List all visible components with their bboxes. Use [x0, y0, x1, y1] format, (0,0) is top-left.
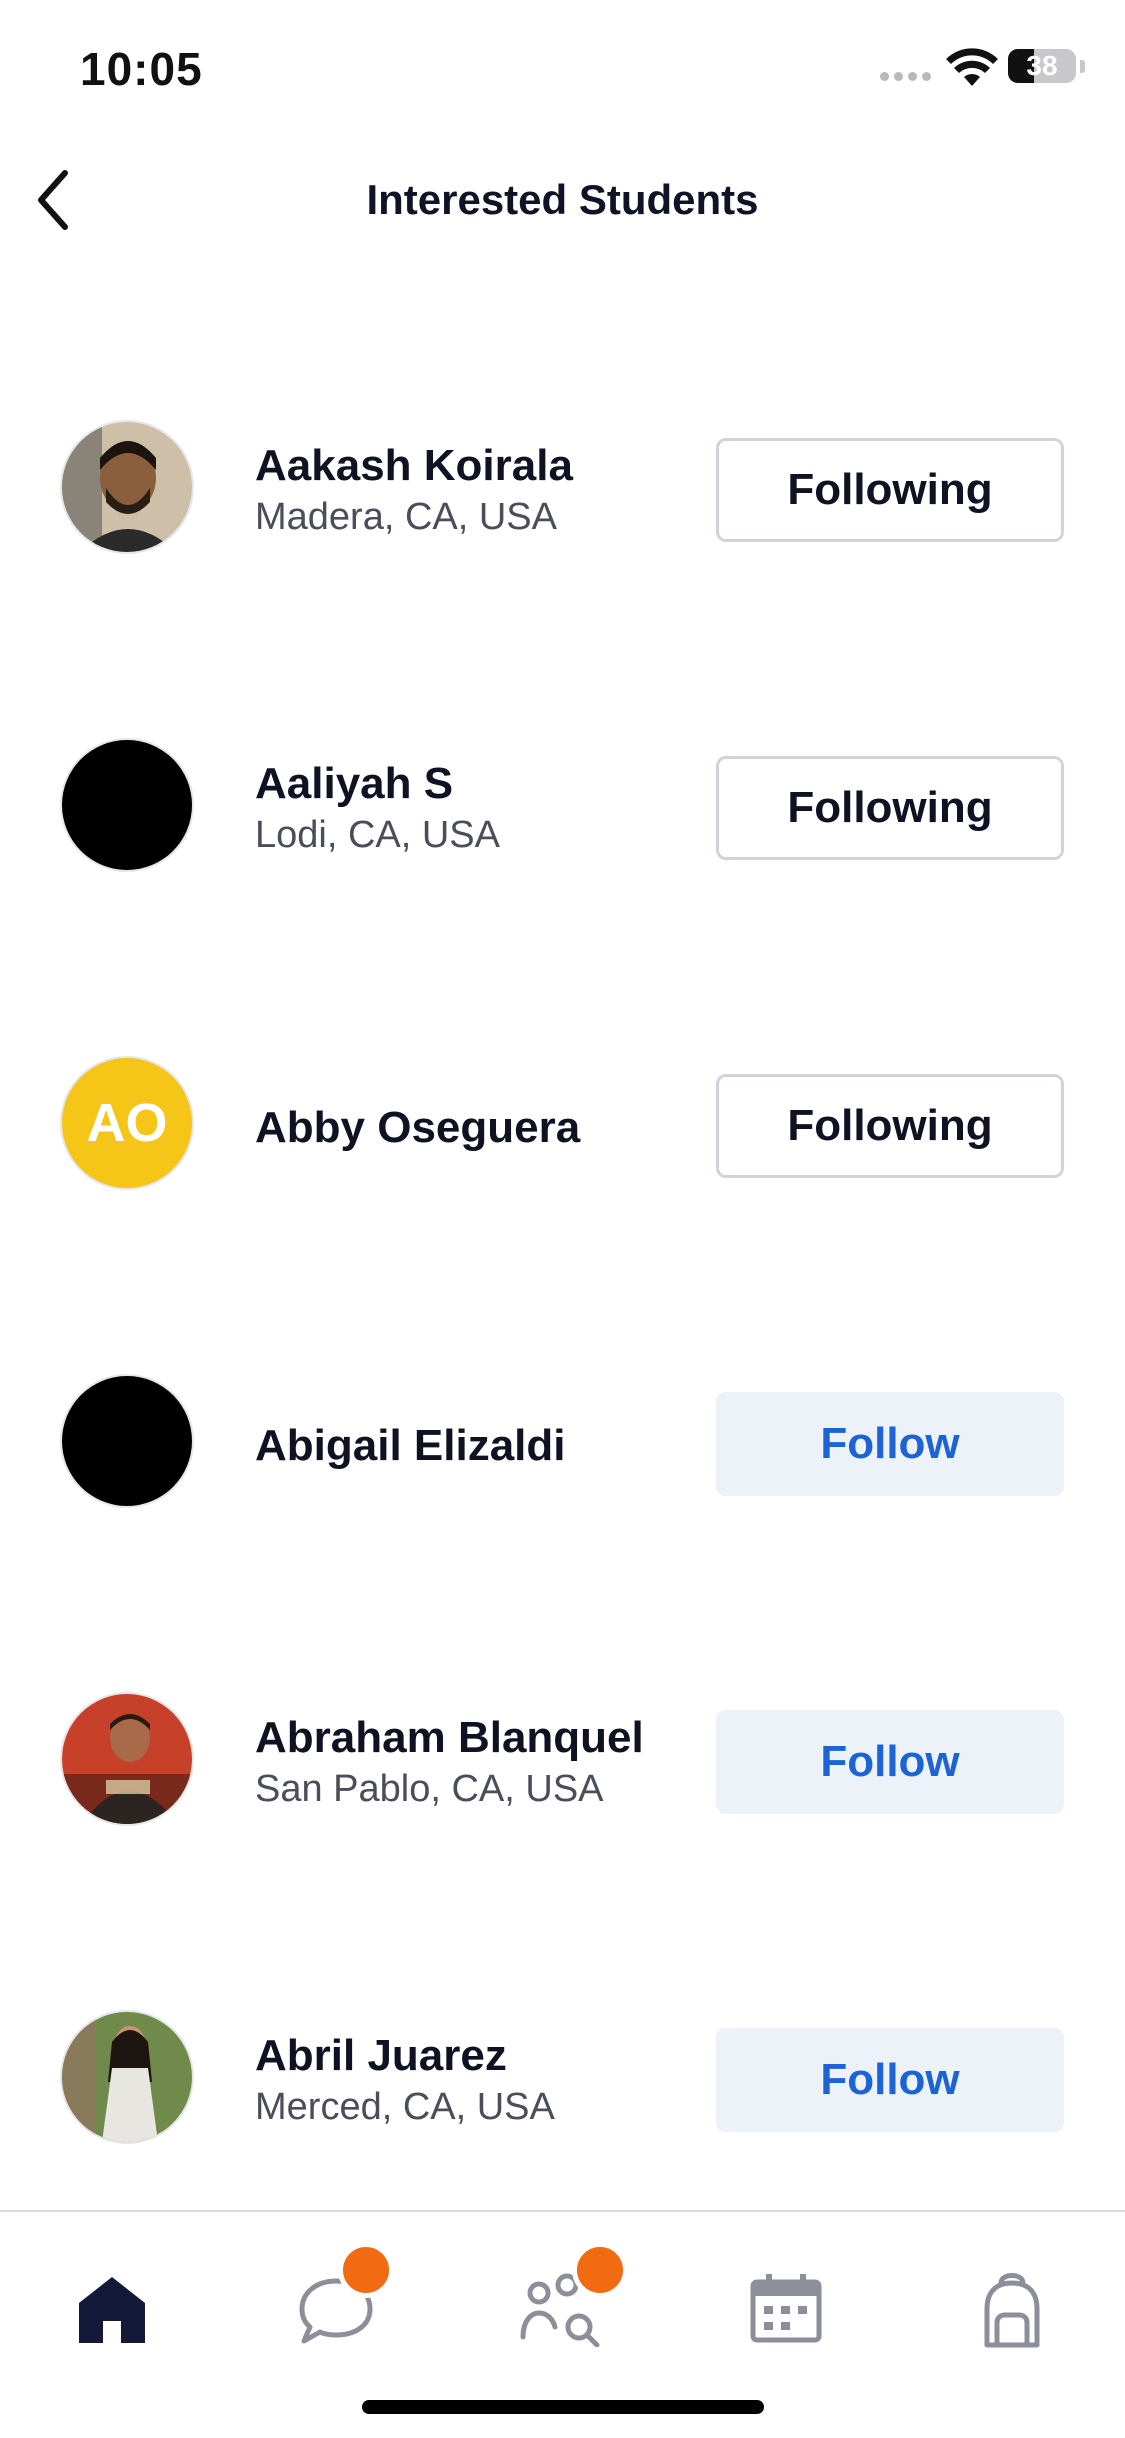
student-location: Lodi, CA, USA: [255, 814, 500, 856]
home-icon: [79, 2277, 145, 2343]
student-row[interactable]: Abraham Blanquel San Pablo, CA, USA Foll…: [0, 1692, 1125, 2010]
calendar-icon: [750, 2274, 822, 2343]
nav-header: Interested Students: [0, 140, 1125, 260]
student-row[interactable]: Aaliyah S Lodi, CA, USA Following: [0, 738, 1125, 1056]
avatar[interactable]: [62, 2012, 192, 2142]
student-info: Aakash Koirala Madera, CA, USA: [255, 440, 675, 542]
follow-button[interactable]: Follow: [716, 1392, 1064, 1496]
student-info: Abby Oseguera: [255, 1102, 675, 1154]
student-row[interactable]: AO Abby Oseguera Following: [0, 1056, 1125, 1374]
battery-nub: [1080, 60, 1085, 73]
students-list: Aakash Koirala Madera, CA, USA Following…: [0, 420, 1125, 2328]
student-name: Aakash Koirala: [255, 441, 573, 490]
avatar[interactable]: [62, 422, 192, 552]
student-row[interactable]: Abigail Elizaldi Follow: [0, 1374, 1125, 1692]
avatar-initials-text: AO: [86, 1093, 168, 1153]
student-name: Abby Oseguera: [255, 1103, 581, 1152]
student-info: Abraham Blanquel San Pablo, CA, USA: [255, 1712, 675, 1814]
student-name: Abraham Blanquel: [255, 1713, 644, 1762]
notification-badge: [572, 2242, 628, 2298]
tab-messages[interactable]: [276, 2242, 396, 2364]
battery-icon: 38: [1008, 49, 1076, 83]
tab-home[interactable]: [52, 2254, 172, 2364]
backpack-icon: [984, 2273, 1040, 2348]
student-location: San Pablo, CA, USA: [255, 1768, 604, 1810]
student-name: Aaliyah S: [255, 759, 454, 808]
tab-find-people[interactable]: [500, 2242, 628, 2364]
avatar[interactable]: [62, 740, 192, 870]
student-name: Abigail Elizaldi: [255, 1421, 566, 1470]
student-location: Madera, CA, USA: [255, 496, 557, 538]
wifi-icon: [946, 48, 998, 86]
tab-calendar[interactable]: [726, 2254, 846, 2364]
tab-backpack[interactable]: [952, 2254, 1072, 2364]
student-info: Abigail Elizaldi: [255, 1420, 675, 1472]
following-button[interactable]: Following: [716, 756, 1064, 860]
following-button[interactable]: Following: [716, 438, 1064, 542]
follow-button[interactable]: Follow: [716, 1710, 1064, 1814]
home-indicator[interactable]: [362, 2400, 764, 2414]
following-button[interactable]: Following: [716, 1074, 1064, 1178]
student-info: Abril Juarez Merced, CA, USA: [255, 2030, 675, 2132]
student-row[interactable]: Aakash Koirala Madera, CA, USA Following: [0, 420, 1125, 738]
status-bar: 10:05 38: [0, 0, 1125, 140]
page-title: Interested Students: [366, 176, 759, 223]
avatar[interactable]: [62, 1376, 192, 1506]
avatar-initials[interactable]: AO: [62, 1058, 192, 1188]
notification-badge: [338, 2242, 394, 2298]
cellular-signal-icon: [880, 72, 934, 84]
student-info: Aaliyah S Lodi, CA, USA: [255, 758, 675, 860]
follow-button[interactable]: Follow: [716, 2028, 1064, 2132]
student-name: Abril Juarez: [255, 2031, 507, 2080]
student-location: Merced, CA, USA: [255, 2086, 555, 2128]
status-time: 10:05: [80, 43, 203, 95]
battery-level: 38: [1026, 50, 1058, 81]
avatar[interactable]: [62, 1694, 192, 1824]
